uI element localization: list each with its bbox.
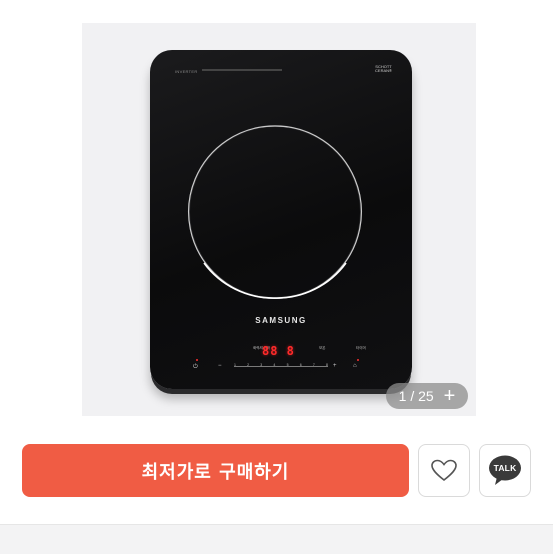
buy-lowest-price-button[interactable]: 최저가로 구매하기 [22, 444, 409, 497]
slider-tick: 3 [260, 363, 263, 367]
panel-label-keepwarm: 보온 [319, 346, 326, 350]
panel-label-timer: 타이머 [356, 346, 366, 350]
slider-tick: 7 [312, 363, 315, 367]
minus-icon: − [218, 363, 222, 369]
product-image-area[interactable]: INVERTER SCHOTT CERAN® SAMSUNG 화력/타이머 88… [82, 23, 476, 416]
slider-tick: 1 [234, 363, 236, 367]
gallery-counter[interactable]: 1 / 25 + [386, 383, 468, 409]
talk-label: TALK [493, 462, 517, 473]
plus-small-icon: + [333, 363, 337, 369]
power-icon: ⏻ [193, 364, 198, 370]
slider-ticks: 1 2 3 4 5 6 7 8 [234, 363, 328, 367]
inverter-label: INVERTER [175, 69, 198, 74]
ceran-logo: SCHOTT CERAN® [375, 65, 392, 73]
lock-indicator [357, 359, 359, 361]
gallery-count: 1 / 25 [398, 388, 434, 404]
slider-tick: 6 [299, 363, 302, 367]
heart-icon [431, 459, 457, 481]
warning-text-strip [202, 69, 282, 71]
power-indicator [196, 359, 198, 361]
cooktop-rim [150, 377, 412, 395]
kakao-talk-icon: TALK [488, 454, 522, 488]
wishlist-button[interactable] [418, 444, 470, 497]
samsung-brand: SAMSUNG [255, 316, 307, 325]
slider-tick: 5 [286, 363, 289, 367]
kakao-talk-button[interactable]: TALK [479, 444, 531, 497]
lock-icon: ⌂ [353, 363, 357, 369]
slider-tick: 4 [273, 363, 276, 367]
bottom-section-divider [0, 524, 553, 554]
slider-tick: 2 [247, 363, 250, 367]
ceran-logo-line2: CERAN® [375, 68, 392, 73]
plus-icon[interactable]: + [444, 386, 456, 406]
cooktop-photo: INVERTER SCHOTT CERAN® SAMSUNG 화력/타이머 88… [150, 50, 412, 395]
slider-tick: 8 [325, 363, 328, 367]
led-display: 88 8 [262, 344, 295, 358]
cooking-zone-ring [188, 125, 362, 299]
